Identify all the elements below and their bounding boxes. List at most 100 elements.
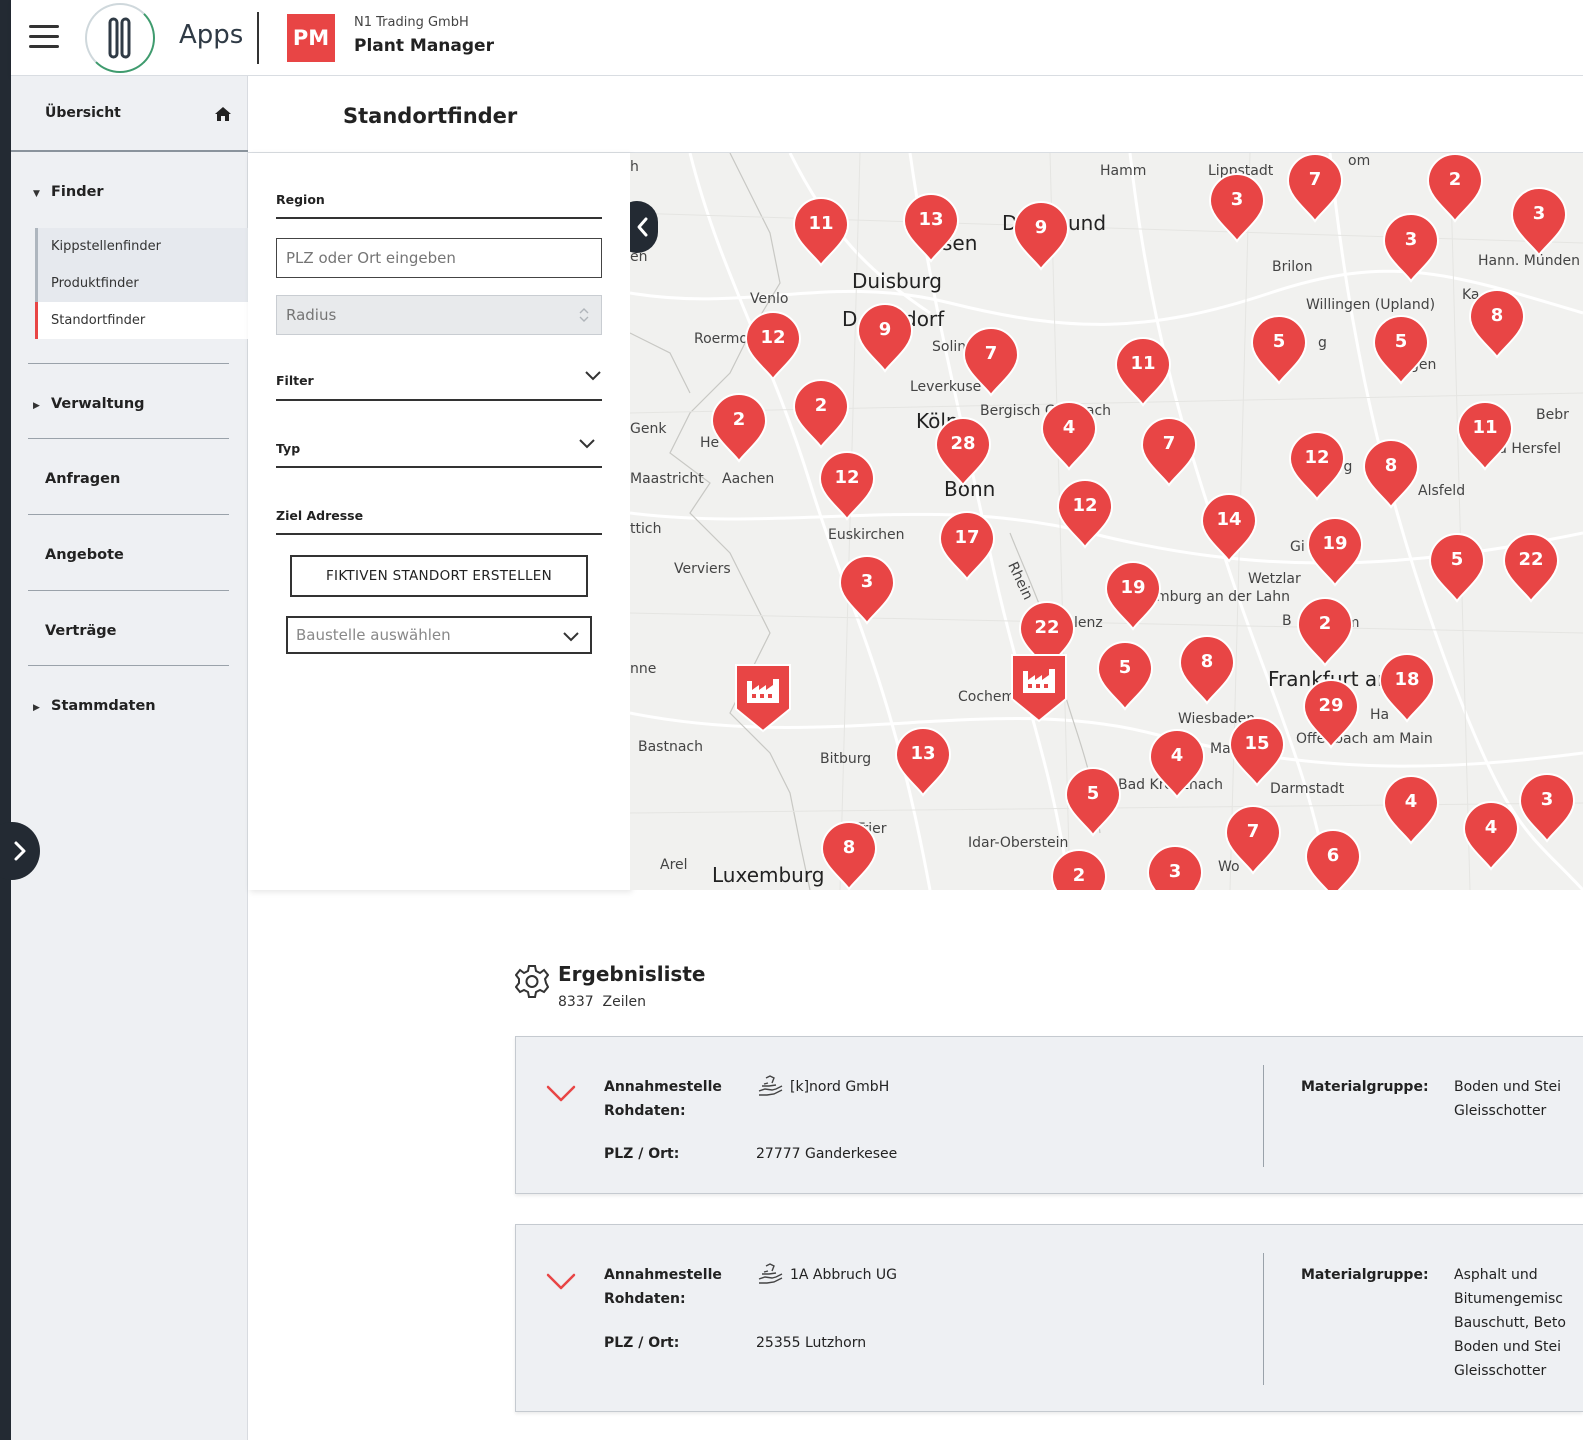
chevron-down-icon[interactable] <box>546 1083 576 1103</box>
map-place-label: Euskirchen <box>828 527 905 543</box>
map-cluster-marker[interactable]: 3 <box>1510 187 1568 257</box>
map-cluster-marker[interactable]: 15 <box>1228 717 1286 787</box>
map-cluster-marker[interactable]: 9 <box>1012 201 1070 271</box>
filter-label: Filter <box>276 373 314 388</box>
map-cluster-marker[interactable]: 5 <box>1096 641 1154 711</box>
create-fictive-location-button[interactable]: FIKTIVEN STANDORT ERSTELLEN <box>290 555 588 597</box>
ziel-adresse-label: Ziel Adresse <box>276 508 364 523</box>
apps-logo[interactable] <box>85 3 155 73</box>
map-cluster-count: 19 <box>1120 577 1146 598</box>
map-cluster-marker[interactable]: 5 <box>1372 315 1430 385</box>
map-cluster-marker[interactable]: 8 <box>1178 635 1236 705</box>
sidebar-item-anfragen[interactable]: Anfragen <box>11 471 248 487</box>
map-cluster-marker[interactable]: 4 <box>1148 729 1206 799</box>
sidebar-section-finder[interactable]: ▼ Finder <box>11 184 248 200</box>
map-cluster-marker[interactable]: 12 <box>818 451 876 521</box>
map-cluster-marker[interactable]: 7 <box>962 327 1020 397</box>
map-cluster-count: 7 <box>1246 821 1260 842</box>
map-cluster-marker[interactable]: 9 <box>856 303 914 373</box>
filter-dropdown[interactable]: Filter <box>276 371 602 388</box>
map-cluster-marker[interactable]: 19 <box>1306 517 1364 587</box>
map-place-label: Wetzlar <box>1248 571 1301 587</box>
region-input[interactable] <box>276 238 602 278</box>
map-cluster-marker[interactable]: 5 <box>1428 533 1486 603</box>
sidebar-item-produktfinder[interactable]: Produktfinder <box>35 265 248 302</box>
radius-input[interactable] <box>276 295 602 335</box>
map-cluster-count: 13 <box>910 743 936 764</box>
sidebar-item-kippstellenfinder[interactable]: Kippstellenfinder <box>35 228 248 265</box>
rohdaten-label: Rohdaten: <box>604 1103 686 1119</box>
typ-dropdown[interactable]: Typ <box>276 439 602 456</box>
map-cluster-count: 18 <box>1394 669 1420 690</box>
map-cluster-marker[interactable]: 3 <box>1208 173 1266 243</box>
sidebar-item-overview[interactable]: Übersicht <box>11 76 248 152</box>
map-cluster-marker[interactable]: 6 <box>1304 829 1362 890</box>
recycling-hand-icon <box>758 1075 783 1096</box>
sidebar-section-stammdaten[interactable]: ▶ Stammdaten <box>11 698 248 714</box>
gear-icon[interactable] <box>515 964 549 1000</box>
map-cluster-count: 3 <box>860 571 874 592</box>
sidebar-item-angebote[interactable]: Angebote <box>11 547 248 563</box>
sidebar-item-vertraege[interactable]: Verträge <box>11 623 248 639</box>
result-name[interactable]: 1A Abbruch UG <box>790 1263 897 1287</box>
map-cluster-count: 4 <box>1484 817 1498 838</box>
map-cluster-marker[interactable]: 4 <box>1382 775 1440 845</box>
map-cluster-count: 3 <box>1168 861 1182 882</box>
map-cluster-marker[interactable]: 11 <box>1114 337 1172 407</box>
map-cluster-marker[interactable]: 3 <box>1382 213 1440 283</box>
map-cluster-marker[interactable]: 12 <box>1056 479 1114 549</box>
plant-marker[interactable] <box>1010 653 1068 723</box>
map-cluster-marker[interactable]: 8 <box>1468 289 1526 359</box>
map-cluster-marker[interactable]: 12 <box>744 311 802 381</box>
map-cluster-count: 4 <box>1170 745 1184 766</box>
map-cluster-marker[interactable]: 2 <box>710 393 768 463</box>
map-cluster-marker[interactable]: 7 <box>1224 805 1282 875</box>
result-name[interactable]: [k]nord GmbH <box>790 1075 889 1099</box>
map-cluster-marker[interactable]: 13 <box>894 727 952 797</box>
baustelle-select[interactable]: Baustelle auswählen <box>286 616 592 654</box>
factory-icon <box>1011 654 1067 723</box>
map-cluster-marker[interactable]: 12 <box>1288 431 1346 501</box>
sidebar-item-standortfinder[interactable]: Standortfinder <box>35 302 248 339</box>
map-cluster-marker[interactable]: 2 <box>1296 597 1354 667</box>
map-cluster-marker[interactable]: 28 <box>934 417 992 487</box>
result-card[interactable]: Annahmestelle Rohdaten: [k]nord GmbH PLZ / … <box>515 1036 1583 1194</box>
map-cluster-marker[interactable]: 11 <box>1456 401 1514 471</box>
map-cluster-marker[interactable]: 3 <box>1146 845 1204 890</box>
map-cluster-marker[interactable]: 19 <box>1104 561 1162 631</box>
materialgruppe-value: Boden und Stei <box>1454 1339 1561 1355</box>
map-place-label: Genk <box>630 421 667 437</box>
map-cluster-marker[interactable]: 13 <box>902 193 960 263</box>
apps-label[interactable]: Apps <box>179 20 243 50</box>
map-cluster-marker[interactable]: 22 <box>1502 533 1560 603</box>
sidebar-section-verwaltung[interactable]: ▶ Verwaltung <box>11 396 248 412</box>
map-cluster-marker[interactable]: 8 <box>1362 439 1420 509</box>
plz-ort-label: PLZ / Ort: <box>604 1146 680 1162</box>
map-cluster-marker[interactable]: 17 <box>938 511 996 581</box>
plz-ort-label: PLZ / Ort: <box>604 1335 680 1351</box>
map-cluster-marker[interactable]: 11 <box>792 197 850 267</box>
map-cluster-marker[interactable]: 2 <box>1050 849 1108 890</box>
map-cluster-marker[interactable]: 18 <box>1378 653 1436 723</box>
location-map[interactable]: h Hamm Lippstadt Brilon Hann. Münden Willinge… <box>630 153 1583 890</box>
chevron-down-icon[interactable] <box>546 1271 576 1291</box>
stepper-icon[interactable] <box>578 307 590 323</box>
app-name: Plant Manager <box>354 36 494 56</box>
map-cluster-marker[interactable]: 3 <box>1518 773 1576 843</box>
plant-marker[interactable] <box>734 663 792 733</box>
home-icon <box>215 107 231 121</box>
map-cluster-marker[interactable]: 8 <box>820 821 878 890</box>
map-cluster-marker[interactable]: 29 <box>1302 679 1360 749</box>
map-cluster-marker[interactable]: 5 <box>1250 315 1308 385</box>
map-cluster-marker[interactable]: 2 <box>792 379 850 449</box>
map-cluster-marker[interactable]: 14 <box>1200 493 1258 563</box>
hamburger-icon[interactable] <box>29 25 61 49</box>
map-cluster-marker[interactable]: 5 <box>1064 767 1122 837</box>
map-cluster-marker[interactable]: 7 <box>1140 417 1198 487</box>
result-card[interactable]: Annahmestelle Rohdaten: 1A Abbruch UG PLZ /… <box>515 1224 1583 1412</box>
map-cluster-count: 22 <box>1518 549 1544 570</box>
map-cluster-marker[interactable]: 7 <box>1286 153 1344 223</box>
map-cluster-marker[interactable]: 4 <box>1040 401 1098 471</box>
map-cluster-marker[interactable]: 4 <box>1462 801 1520 871</box>
map-cluster-marker[interactable]: 3 <box>838 555 896 625</box>
